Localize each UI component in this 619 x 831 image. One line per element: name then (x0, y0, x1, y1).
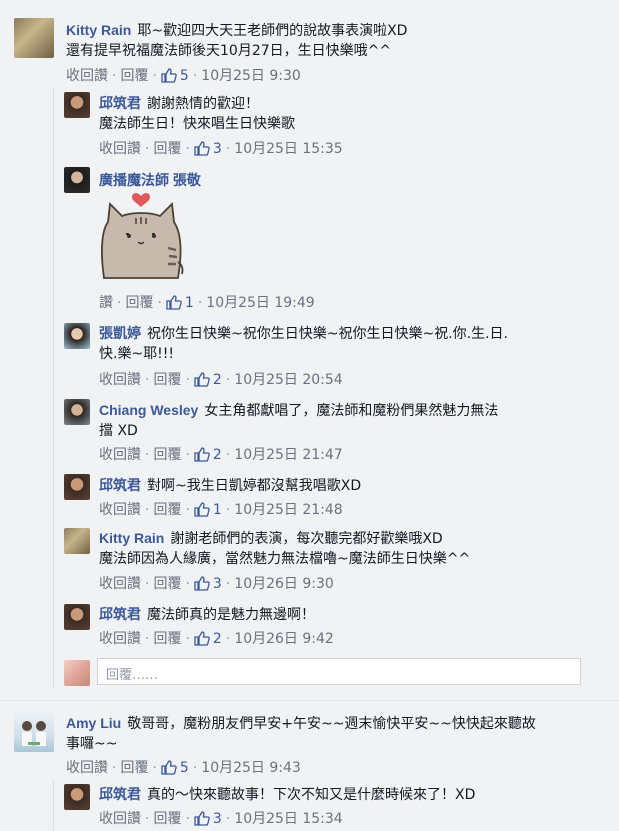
thumbs-up-icon (194, 371, 210, 387)
commenter-name[interactable]: Kitty Rain (66, 22, 131, 38)
avatar[interactable] (64, 474, 90, 500)
commenter-name[interactable]: 張凱婷 (99, 325, 141, 341)
like-count[interactable]: 3 (194, 141, 222, 157)
commenter-name[interactable]: Amy Liu (66, 715, 121, 731)
unlike-link[interactable]: 收回讚 (99, 576, 141, 592)
unlike-link[interactable]: 收回讚 (99, 811, 141, 827)
reply-link[interactable]: 回覆 (120, 68, 148, 84)
comment-text: 耶~歡迎四大天王老師們的說故事表演啦XD (137, 23, 408, 39)
comment-text: 真的～快來聽故事！下次不知又是什麼時候來了！XD (147, 787, 476, 803)
reply-link[interactable]: 回覆 (153, 372, 181, 388)
comment-text-line2: 魔法師生日！快來唱生日快樂歌 (99, 116, 295, 132)
divider (0, 700, 619, 701)
thumbs-up-icon (194, 810, 210, 826)
commenter-name[interactable]: Chiang Wesley (99, 402, 198, 418)
timestamp[interactable]: 10月26日 9:42 (234, 631, 334, 647)
unlike-link[interactable]: 收回讚 (99, 502, 141, 518)
comment-text: 謝謝熱情的歡迎！ (147, 96, 259, 112)
timestamp[interactable]: 10月25日 15:34 (234, 811, 342, 827)
like-count[interactable]: 3 (194, 811, 222, 827)
thumbs-up-icon (194, 630, 210, 646)
thumbs-up-icon (194, 140, 210, 156)
timestamp[interactable]: 10月25日 21:47 (234, 447, 342, 463)
commenter-name[interactable]: 邱筑君 (99, 477, 141, 493)
reply-input[interactable]: 回覆…… (97, 658, 581, 685)
reply-link[interactable]: 回覆 (153, 447, 181, 463)
comment-text-line2: 事囉~~ (66, 736, 118, 752)
reply-link[interactable]: 回覆 (153, 502, 181, 518)
timestamp[interactable]: 10月25日 20:54 (234, 372, 342, 388)
avatar[interactable] (64, 528, 90, 554)
timestamp[interactable]: 10月25日 19:49 (206, 295, 314, 311)
reply-link[interactable]: 回覆 (153, 811, 181, 827)
thumbs-up-icon (194, 575, 210, 591)
comment-text: 女主角都獻唱了，魔法師和魔粉們果然魅力無法 (204, 403, 499, 419)
avatar[interactable] (64, 784, 90, 810)
comment-text-line2: 擋 XD (99, 423, 138, 439)
reply-link[interactable]: 回覆 (120, 760, 148, 776)
comment-text: 謝謝老師們的表演，每次聽完都好歡樂哦XD (170, 531, 443, 547)
unlike-link[interactable]: 收回讚 (66, 760, 108, 776)
unlike-link[interactable]: 收回讚 (99, 372, 141, 388)
comment-text-line2: 快.樂~耶!!! (99, 346, 175, 362)
timestamp[interactable]: 10月26日 9:30 (234, 576, 334, 592)
thumbs-up-icon (161, 759, 177, 775)
commenter-name[interactable]: 邱筑君 (99, 95, 141, 111)
comment-text: 敬哥哥，魔粉朋友們早安+午安~~週末愉快平安~~快快起來聽故 (127, 716, 536, 732)
avatar[interactable] (14, 18, 54, 58)
unlike-link[interactable]: 收回讚 (99, 141, 141, 157)
thumbs-up-icon (194, 501, 210, 517)
timestamp[interactable]: 10月25日 9:30 (201, 68, 301, 84)
thumbs-up-icon (161, 67, 177, 83)
commenter-name[interactable]: Kitty Rain (99, 530, 164, 546)
commenter-name[interactable]: 廣播魔法師 張敬 (99, 172, 201, 188)
avatar[interactable] (64, 604, 90, 630)
like-count[interactable]: 5 (161, 68, 189, 84)
reply-link[interactable]: 回覆 (153, 576, 181, 592)
commenter-name[interactable]: 邱筑君 (99, 606, 141, 622)
comment-text-line2: 還有提早祝福魔法師後天10月27日，生日快樂哦^^ (66, 43, 392, 59)
reply-link[interactable]: 回覆 (125, 295, 153, 311)
like-count[interactable]: 1 (166, 295, 194, 311)
thread-line (53, 780, 54, 831)
thumbs-up-icon (194, 446, 210, 462)
pusheen-cat-sticker[interactable] (96, 190, 186, 285)
timestamp[interactable]: 10月25日 21:48 (234, 502, 342, 518)
like-count[interactable]: 2 (194, 447, 222, 463)
like-count[interactable]: 2 (194, 372, 222, 388)
unlike-link[interactable]: 收回讚 (66, 68, 108, 84)
comment-text: 祝你生日快樂~祝你生日快樂~祝你生日快樂~祝.你.生.日. (147, 326, 508, 342)
timestamp[interactable]: 10月25日 15:35 (234, 141, 342, 157)
avatar[interactable] (64, 323, 90, 349)
like-link[interactable]: 讚 (99, 295, 113, 311)
avatar-illustration-icon (22, 721, 46, 746)
thumbs-up-icon (166, 294, 182, 310)
reply-link[interactable]: 回覆 (153, 631, 181, 647)
timestamp[interactable]: 10月25日 9:43 (201, 760, 301, 776)
like-count[interactable]: 2 (194, 631, 222, 647)
reply-placeholder: 回覆…… (106, 668, 159, 683)
avatar[interactable] (14, 712, 54, 752)
comment-text-line2: 魔法師因為人緣廣，當然魅力無法檔嚕~魔法師生日快樂^^ (99, 551, 471, 567)
thread-line (53, 88, 54, 688)
avatar[interactable] (64, 399, 90, 425)
comment-text: 魔法師真的是魅力無邊啊！ (147, 607, 315, 623)
like-count[interactable]: 1 (194, 502, 222, 518)
commenter-name[interactable]: 邱筑君 (99, 786, 141, 802)
unlike-link[interactable]: 收回讚 (99, 447, 141, 463)
comment-text: 對啊~我生日凱婷都沒幫我唱歌XD (147, 478, 362, 494)
like-count[interactable]: 5 (161, 760, 189, 776)
reply-link[interactable]: 回覆 (153, 141, 181, 157)
avatar[interactable] (64, 92, 90, 118)
like-count[interactable]: 3 (194, 576, 222, 592)
unlike-link[interactable]: 收回讚 (99, 631, 141, 647)
avatar[interactable] (64, 167, 90, 193)
current-user-avatar (64, 660, 90, 686)
